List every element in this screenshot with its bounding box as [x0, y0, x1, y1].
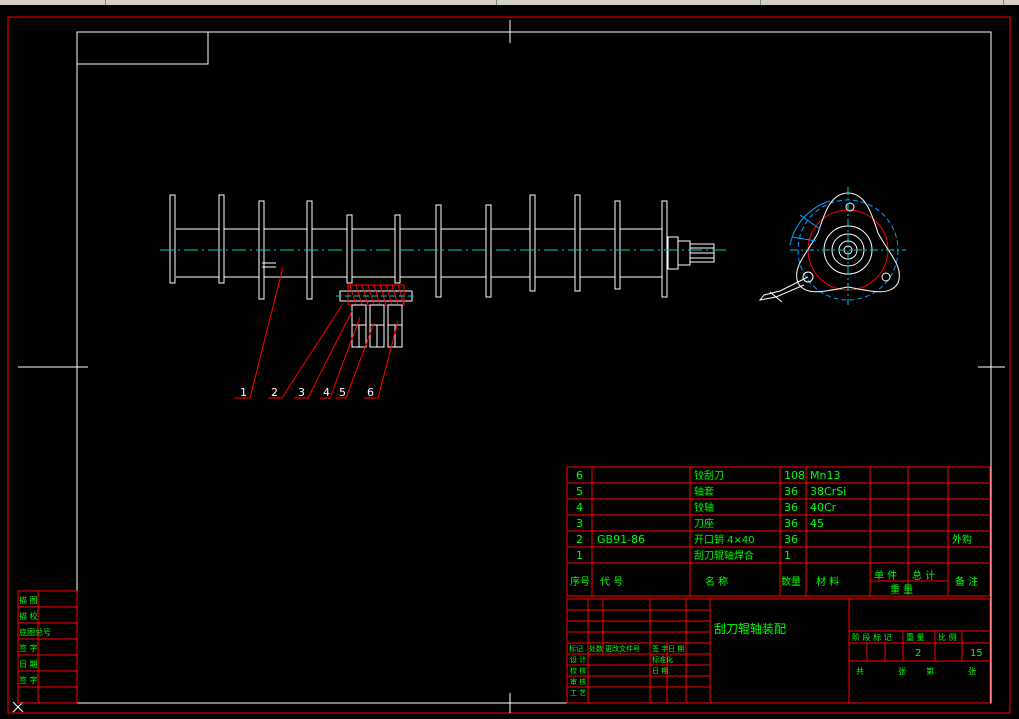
bom-cell-seq: 2 — [576, 533, 583, 546]
bom-cell-name: 刮刀辊轴焊合 — [694, 549, 754, 562]
tb-total-label: 共 — [856, 667, 864, 676]
bom-cell-material: 45 — [810, 517, 824, 530]
bom-cell-name: 开口销 4×40 — [694, 533, 755, 546]
balloon-3: 3 — [298, 386, 305, 399]
side-label-4: 日 期 — [19, 660, 38, 669]
bom-header-note: 备 注 — [955, 575, 978, 588]
bom-cell-seq: 6 — [576, 469, 583, 482]
balloon-5: 5 — [339, 386, 346, 399]
rev-label-sign: 签 字 — [652, 644, 668, 653]
bom-header-qty: 数量 — [781, 575, 801, 588]
bom-header-unit-weight: 单 件 — [874, 570, 897, 582]
bom-cell-name: 铰刮刀 — [694, 469, 724, 482]
bom-header-name: 名 称 — [705, 575, 728, 588]
tb-scale-label: 比 例 — [938, 632, 957, 642]
tb-sheet-count: 15 — [970, 648, 983, 659]
bom-cell-seq: 1 — [576, 549, 583, 562]
tb-date: 日 期 — [652, 667, 668, 675]
bom-header-code: 代 号 — [600, 576, 623, 588]
bom-cell-name: 铰轴 — [694, 501, 714, 514]
bom-cell-qty: 36 — [784, 533, 798, 546]
tb-check: 校 核 — [570, 666, 586, 675]
bom-cell-seq: 5 — [576, 485, 583, 498]
bom-cell-qty: 1 — [784, 549, 791, 562]
bom-cell-qty: 36 — [784, 501, 798, 514]
centering-marks — [18, 20, 1005, 713]
bom-cell-qty: 36 — [784, 517, 798, 530]
tb-weight-label: 重 量 — [906, 632, 925, 642]
side-label-5: 签 字 — [19, 675, 38, 685]
side-label-1: 描 校 — [19, 611, 38, 621]
bom-header-seq: 序号 — [570, 575, 590, 588]
rev-label-date: 日 期 — [668, 645, 684, 653]
bom-cell-material: 40Cr — [810, 501, 837, 514]
bom-cell-seq: 4 — [576, 501, 583, 514]
shaft-body — [176, 228, 715, 278]
balloon-2: 2 — [271, 386, 278, 399]
rev-label-doc: 更改文件号 — [605, 644, 640, 653]
code-box — [76, 31, 209, 65]
rev-label-count: 处数 — [589, 644, 603, 653]
tb-stage-label: 阶 段 标 记 — [852, 632, 892, 642]
drawing-canvas[interactable]: 1 2 3 4 5 6 6 铰刮刀 108 Mn135 轴套 36 38CrSi… — [0, 5, 1019, 719]
tb-sheets-label: 张 — [898, 667, 906, 676]
balloon-1: 1 — [240, 386, 247, 399]
bom-cell-name: 轴套 — [694, 485, 714, 498]
bom-cell-note: 外购 — [952, 533, 972, 546]
rev-label-mark: 标记 — [569, 644, 583, 653]
side-label-0: 描 图 — [19, 595, 38, 605]
drawing-title: 刮刀辊轴装配 — [714, 621, 786, 636]
side-view[interactable] — [758, 187, 906, 305]
tb-standard: 标准化 — [652, 655, 673, 664]
bom-cell-material: Mn13 — [810, 469, 840, 482]
tb-sheet-suffix: 张 — [968, 667, 976, 676]
bom-cell-material: 38CrSi — [810, 485, 846, 498]
shaft-assembly[interactable]: 1 2 3 4 5 6 — [160, 194, 730, 399]
bom-header-material: 材 料 — [816, 575, 839, 588]
blade-plates — [169, 194, 668, 300]
tb-design: 设 计 — [570, 655, 586, 664]
drawing-frame — [76, 31, 992, 704]
tb-sheet-label: 第 — [926, 666, 934, 676]
side-label-2: 底图总号 — [19, 627, 51, 637]
bom-cell-qty: 36 — [784, 485, 798, 498]
sheet-border — [7, 16, 1011, 714]
bom-cell-name: 刀座 — [694, 517, 714, 530]
hinge-section — [336, 284, 416, 348]
side-label-3: 签 字 — [19, 643, 38, 653]
bom-header: 序号 代 号 名 称 数量 材 料 单 件 总 计 重 量 备 注 — [570, 569, 978, 596]
bom-header-weight: 重 量 — [890, 583, 913, 596]
tb-scale-value: 2 — [915, 648, 921, 659]
balloon-6: 6 — [367, 386, 374, 399]
tb-review: 审 核 — [570, 677, 586, 686]
bom-cell-code: GB91-86 — [597, 533, 645, 546]
bom-cell-seq: 3 — [576, 517, 583, 530]
balloon-4: 4 — [323, 386, 330, 399]
bom-header-total-weight: 总 计 — [912, 569, 935, 582]
tb-process: 工 艺 — [570, 689, 586, 697]
bom-cell-qty: 108 — [784, 469, 805, 482]
